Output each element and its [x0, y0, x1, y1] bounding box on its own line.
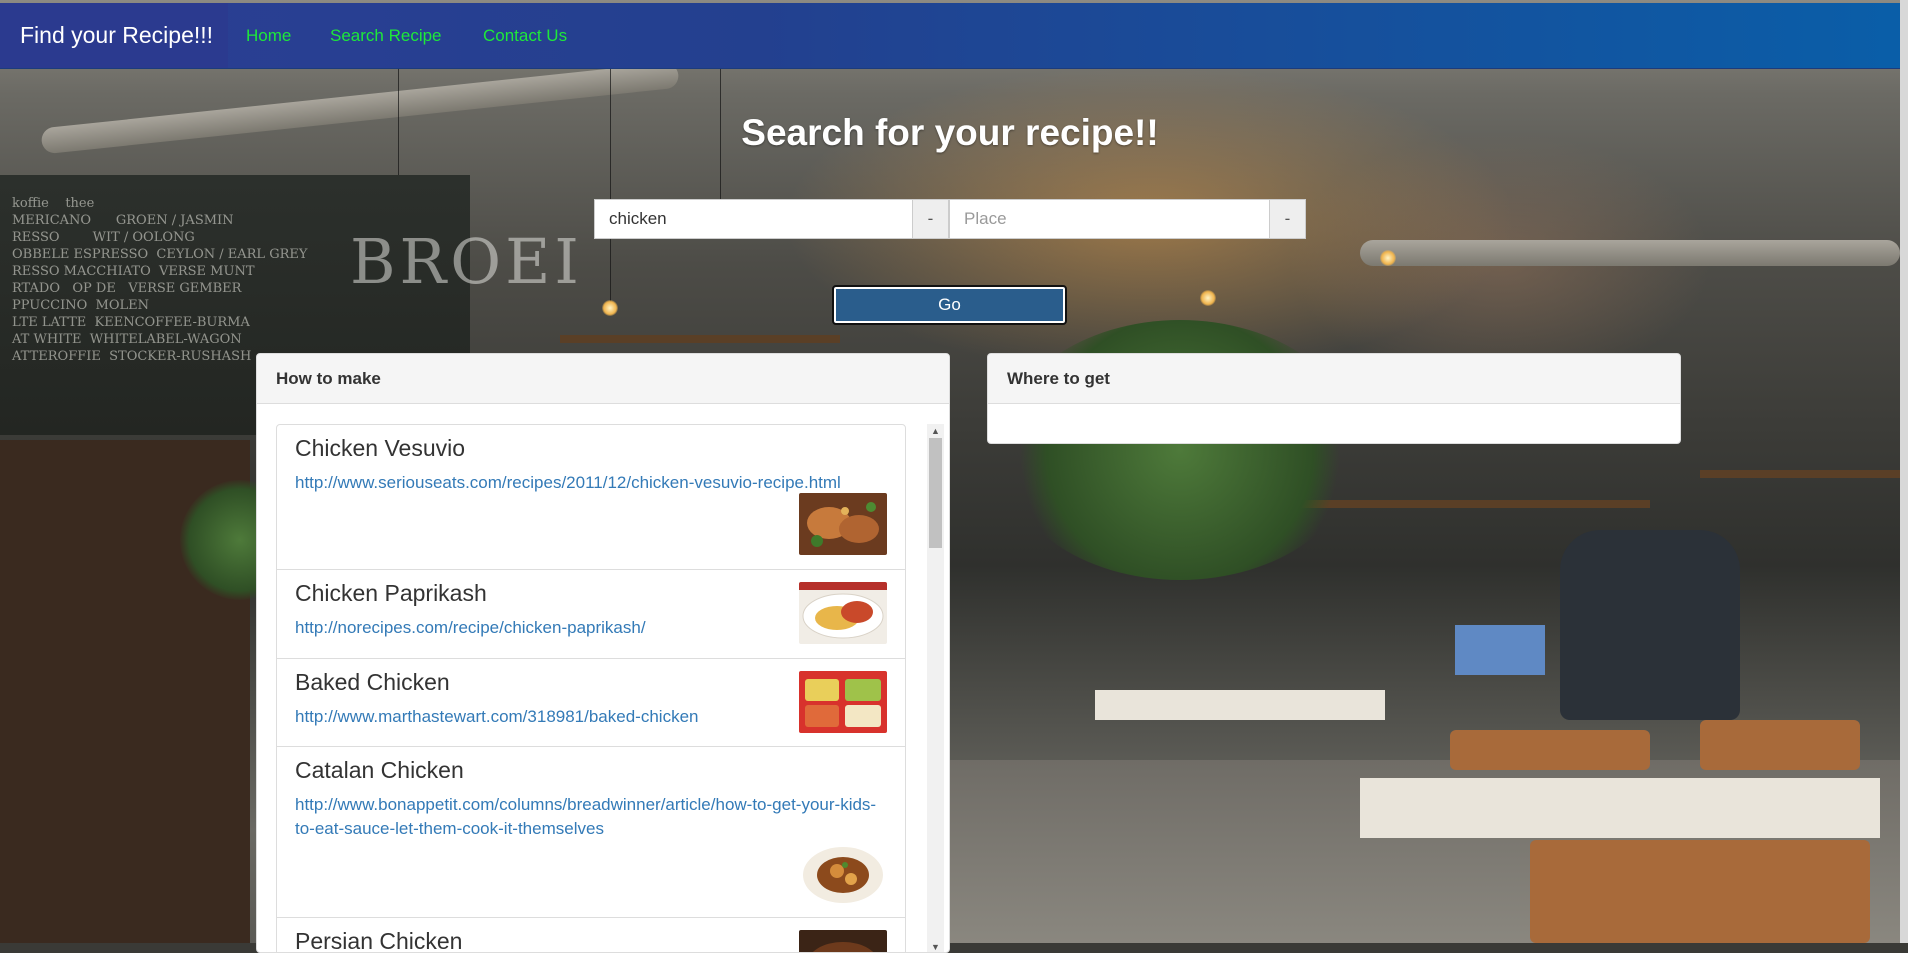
recipe-list-item[interactable]: Persian Chicken — [276, 917, 906, 952]
person — [1560, 530, 1740, 720]
window-edge — [1900, 0, 1908, 943]
how-to-make-heading: How to make — [257, 354, 949, 404]
scrollbar-thumb[interactable] — [929, 438, 942, 548]
chair — [1450, 730, 1650, 770]
place-clear-addon[interactable]: - — [1269, 199, 1306, 239]
go-button[interactable]: Go — [832, 285, 1067, 325]
recipe-title: Catalan Chicken — [295, 757, 464, 783]
recipe-search-input[interactable] — [594, 199, 914, 239]
page-title: Search for your recipe!! — [741, 112, 1159, 153]
bar-shelf — [1700, 470, 1900, 478]
lamp-wire — [610, 68, 611, 308]
recipe-list-item[interactable]: Baked Chicken http://www.marthastewart.c… — [276, 658, 906, 747]
how-to-make-panel: How to make Chicken Vesuvio http://www.s… — [256, 353, 950, 953]
lamp — [602, 300, 618, 316]
recipe-list-item[interactable]: Catalan Chicken http://www.bonappetit.co… — [276, 746, 906, 918]
lamp — [1380, 250, 1396, 266]
recipe-clear-addon[interactable]: - — [912, 199, 949, 239]
recipe-link[interactable]: http://www.seriouseats.com/recipes/2011/… — [295, 471, 887, 495]
recipe-thumbnail[interactable] — [799, 582, 887, 644]
nav-contact-us-link[interactable]: Contact Us — [483, 3, 567, 68]
nav-home-link[interactable]: Home — [246, 3, 291, 68]
recipe-list: Chicken Vesuvio http://www.seriouseats.c… — [276, 424, 906, 952]
scroll-down-icon[interactable]: ▼ — [927, 940, 944, 952]
recipe-thumbnail[interactable] — [799, 671, 887, 733]
recipe-list-item[interactable]: Chicken Vesuvio http://www.seriouseats.c… — [276, 424, 906, 570]
bar-shelf — [1300, 500, 1650, 508]
recipe-list-item[interactable]: Chicken Paprikash http://norecipes.com/r… — [276, 569, 906, 659]
brand-logo[interactable]: Find your Recipe!!! — [0, 3, 228, 68]
where-to-get-panel: Where to get — [987, 353, 1681, 444]
recipe-link[interactable]: http://www.bonappetit.com/columns/breadw… — [295, 793, 887, 841]
bar-shelf — [560, 335, 840, 343]
lamp — [1200, 290, 1216, 306]
chair — [1700, 720, 1860, 770]
laptop — [1455, 625, 1545, 675]
scroll-up-icon[interactable]: ▲ — [927, 424, 944, 438]
recipe-list-scrollbar[interactable]: ▲ ▼ — [927, 424, 944, 952]
place-search-input[interactable] — [949, 199, 1271, 239]
cafe-table — [1095, 690, 1385, 720]
nav-search-recipe-link[interactable]: Search Recipe — [330, 3, 442, 68]
recipe-thumbnail[interactable] — [799, 930, 887, 952]
chair — [1530, 840, 1870, 943]
cafe-table — [1360, 778, 1880, 838]
recipe-thumbnail[interactable] — [799, 843, 887, 905]
wall-sign: BROEI — [350, 225, 583, 298]
navbar: Find your Recipe!!! Home Search Recipe C… — [0, 3, 1900, 69]
ceiling-pipe — [1360, 240, 1900, 266]
recipe-title: Chicken Vesuvio — [295, 435, 466, 461]
recipe-thumbnail[interactable] — [799, 493, 887, 555]
where-to-get-heading: Where to get — [988, 354, 1680, 404]
